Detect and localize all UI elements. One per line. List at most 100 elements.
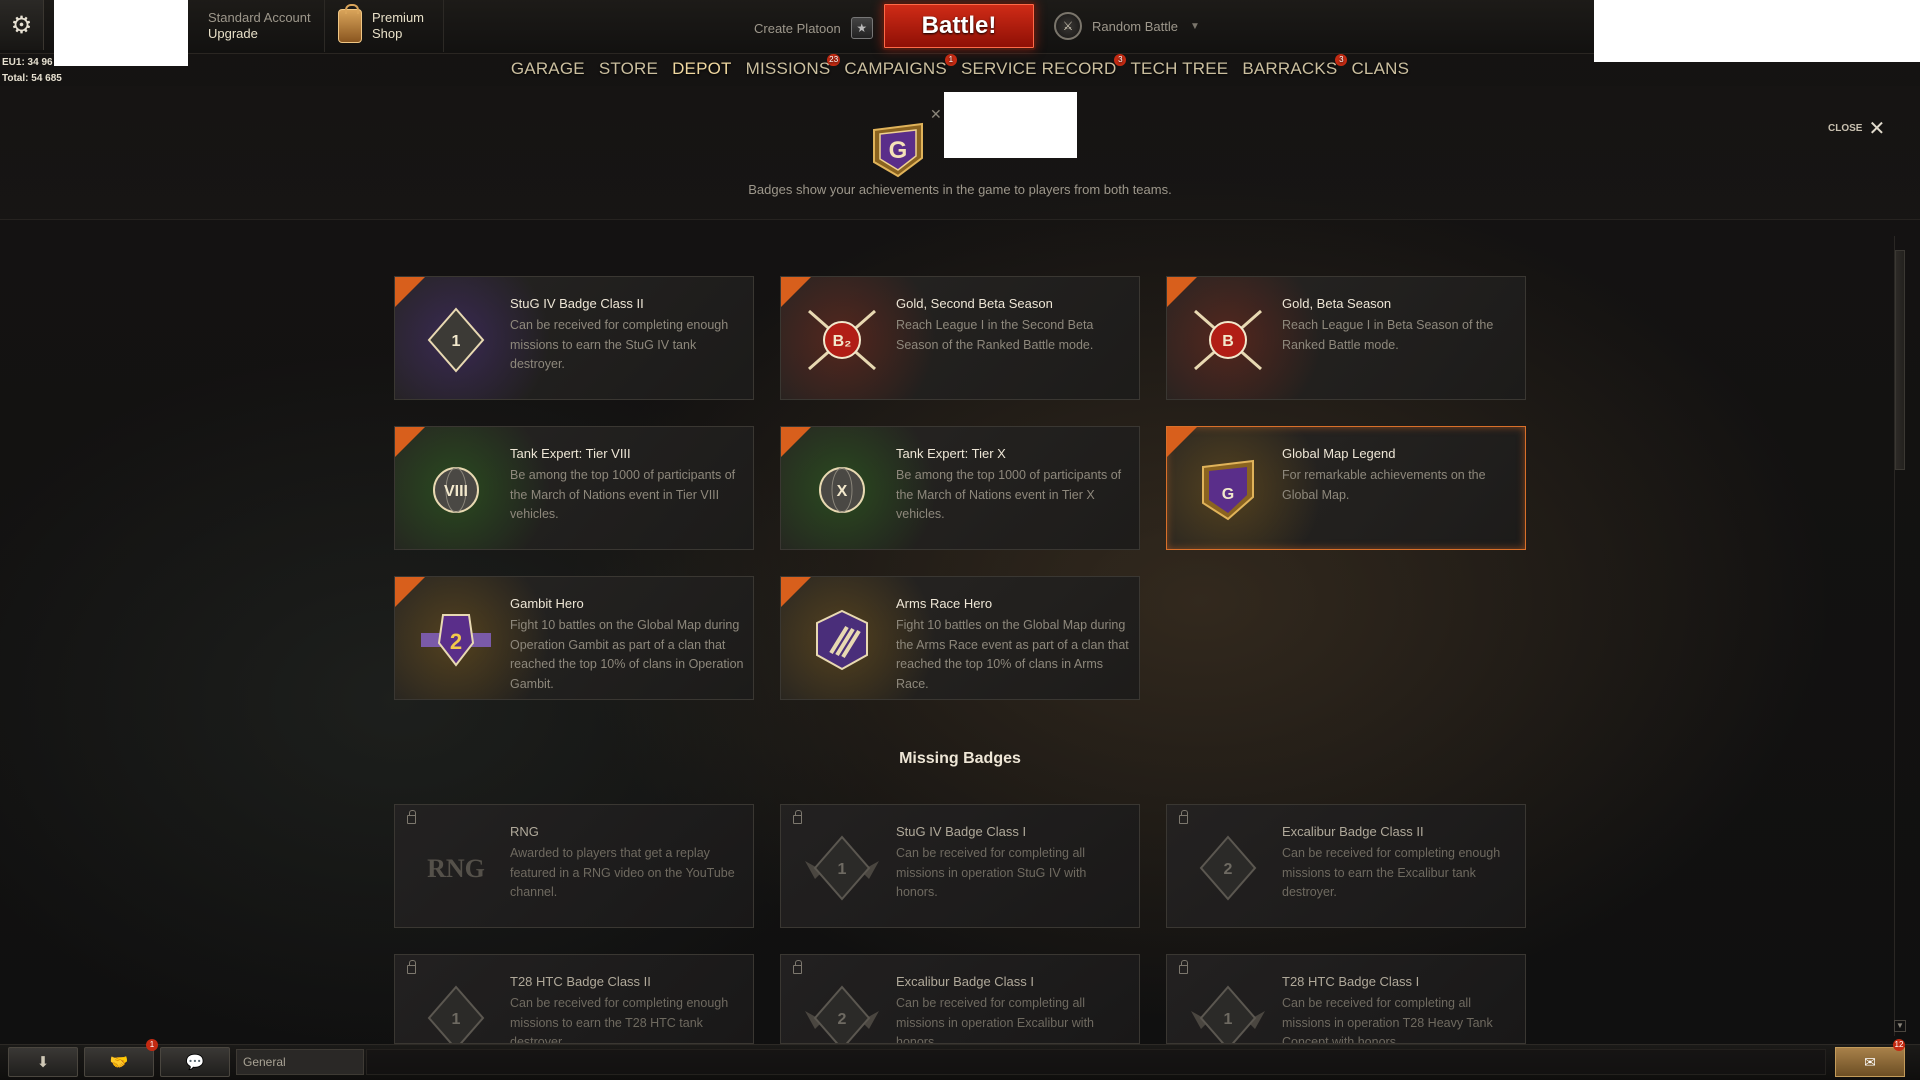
notifications-icon[interactable]: ✉ xyxy=(1835,1047,1905,1077)
badge-description: Can be received for completing enough mi… xyxy=(1282,846,1501,899)
redacted-area-header xyxy=(944,92,1077,158)
nav-barracks-label: BARRACKS xyxy=(1242,59,1338,78)
badge-title: RNG xyxy=(510,824,539,839)
ranked-b2-icon: B₂ xyxy=(801,299,883,381)
missing-badge-card[interactable]: RNG RNG Awarded to players that get a repl… xyxy=(394,804,754,928)
upgrade-link[interactable]: Upgrade xyxy=(208,26,324,42)
svg-text:G: G xyxy=(1222,486,1234,503)
badge-title: Arms Race Hero xyxy=(896,596,993,611)
svg-text:B: B xyxy=(1222,333,1234,350)
nav-clans[interactable]: CLANS xyxy=(1344,56,1416,86)
earned-badge-card[interactable]: 1 StuG IV Badge Class II Can be received f… xyxy=(394,276,754,400)
svg-text:1: 1 xyxy=(1224,1011,1233,1028)
svg-text:VIII: VIII xyxy=(444,483,468,500)
settings-gear-icon[interactable]: ⚙ xyxy=(0,0,44,50)
badge-description: Awarded to players that get a replay fea… xyxy=(510,846,735,899)
rng-icon: RNG xyxy=(415,827,497,909)
globe-viii-icon: VIII xyxy=(415,449,497,531)
friends-handshake-icon[interactable]: 🤝 xyxy=(84,1047,154,1077)
missing-badge-card[interactable]: 1 StuG IV Badge Class I Can be received fo… xyxy=(780,804,1140,928)
badge-title: Excalibur Badge Class II xyxy=(1282,824,1424,839)
gambit-2-icon: 2 xyxy=(415,599,497,681)
redacted-area-right xyxy=(1594,0,1920,62)
top-bar: ⚙ Standard Account Upgrade Premium Shop … xyxy=(0,0,1920,66)
svg-text:2: 2 xyxy=(838,1011,847,1028)
nav-service-record[interactable]: SERVICE RECORD 3 xyxy=(954,54,1127,86)
badge-title: T28 HTC Badge Class II xyxy=(510,974,651,989)
svg-text:RNG: RNG xyxy=(427,854,485,883)
missing-badge-card[interactable]: 2 Excalibur Badge Class I Can be received … xyxy=(780,954,1140,1044)
download-icon[interactable]: ⬇ xyxy=(8,1047,78,1077)
nav-missions-label: MISSIONS xyxy=(745,59,831,78)
chat-channel-input[interactable]: General xyxy=(236,1049,364,1075)
scrollbar-thumb[interactable] xyxy=(1895,250,1905,470)
earned-badge-card[interactable]: 2 Gambit Hero Fight 10 battles on the Glob… xyxy=(394,576,754,700)
scrollbar[interactable] xyxy=(1894,236,1905,1036)
remove-badge-icon[interactable]: ✕ xyxy=(930,106,942,123)
create-platoon-button[interactable]: Create Platoon ★ xyxy=(754,17,873,39)
lock-icon xyxy=(793,810,802,824)
earned-badge-card[interactable]: Arms Race Hero Fight 10 battles on the Gl… xyxy=(780,576,1140,700)
lock-icon xyxy=(1179,960,1188,974)
lock-icon xyxy=(407,810,416,824)
svg-text:X: X xyxy=(837,483,848,500)
badge-title: T28 HTC Badge Class I xyxy=(1282,974,1420,989)
missing-badge-card[interactable]: 1 T28 HTC Badge Class I Can be received fo… xyxy=(1166,954,1526,1044)
missing-badges-heading: Missing Badges xyxy=(899,750,1021,767)
diamond-2-wings-icon: 2 xyxy=(801,977,883,1043)
earned-badge-card[interactable]: B₂ Gold, Second Beta Season Reach League I… xyxy=(780,276,1140,400)
earned-badge-card[interactable]: X Tank Expert: Tier X Be among the top 100… xyxy=(780,426,1140,550)
badge-title: Tank Expert: Tier X xyxy=(896,446,1006,461)
svg-text:2: 2 xyxy=(450,629,462,654)
nav-tech-tree[interactable]: TECH TREE xyxy=(1123,56,1235,86)
badge-description: Can be received for completing all missi… xyxy=(896,996,1095,1044)
diamond-1-icon: 1 xyxy=(415,299,497,381)
nav-barracks[interactable]: BARRACKS 3 xyxy=(1235,54,1348,86)
badges-description: Badges show your achievements in the gam… xyxy=(748,182,1172,197)
nav-store[interactable]: STORE xyxy=(592,56,665,86)
badge-title: Tank Expert: Tier VIII xyxy=(510,446,631,461)
badge-title: StuG IV Badge Class I xyxy=(896,824,1027,839)
earned-badge-card[interactable]: VIII Tank Expert: Tier VIII Be among the t… xyxy=(394,426,754,550)
scroll-down-icon[interactable]: ▼ xyxy=(1894,1020,1906,1032)
lock-icon xyxy=(1179,810,1188,824)
notifications-count-badge: 12 xyxy=(1893,1039,1905,1051)
badge-description: For remarkable achievements on the Globa… xyxy=(1282,468,1486,502)
global-map-shield-icon: G xyxy=(1187,449,1269,531)
battle-mode-label: Random Battle xyxy=(1092,18,1178,34)
earned-badge-card[interactable]: G Global Map Legend For remarkable achieve… xyxy=(1166,426,1526,550)
missing-badge-card[interactable]: 1 T28 HTC Badge Class II Can be received f… xyxy=(394,954,754,1044)
globe-x-icon: X xyxy=(801,449,883,531)
badge-title: Gold, Second Beta Season xyxy=(896,296,1053,311)
badge-title: Global Map Legend xyxy=(1282,446,1396,461)
chat-message-bar[interactable] xyxy=(366,1049,1826,1075)
selected-badge-shield-icon: G xyxy=(873,122,923,178)
account-status[interactable]: Standard Account Upgrade xyxy=(190,0,325,52)
nav-missions[interactable]: MISSIONS 23 xyxy=(739,54,841,86)
missing-badge-card[interactable]: 2 Excalibur Badge Class II Can be received… xyxy=(1166,804,1526,928)
battle-mode-dropdown[interactable]: ⚔ Random Battle ▼ xyxy=(1054,12,1200,40)
nav-campaigns[interactable]: CAMPAIGNS 1 xyxy=(837,54,957,86)
ranked-b-icon: B xyxy=(1187,299,1269,381)
nav-garage[interactable]: GARAGE xyxy=(504,56,592,86)
diamond-1-wings-icon: 1 xyxy=(801,827,883,909)
badge-description: Can be received for completing enough mi… xyxy=(510,318,729,371)
account-type: Standard Account xyxy=(208,10,311,25)
badges-header: G ✕ Badges show your achievements in the… xyxy=(0,86,1920,220)
chat-icon[interactable]: 💬 xyxy=(160,1047,230,1077)
premium-shop-button[interactable]: Premium Shop xyxy=(326,0,444,52)
battle-button[interactable]: Battle! xyxy=(882,2,1036,50)
nav-campaigns-label: CAMPAIGNS xyxy=(844,59,947,78)
diamond-2-icon: 2 xyxy=(1187,827,1269,909)
nav-depot[interactable]: DEPOT xyxy=(665,56,739,86)
earned-badge-card[interactable]: B Gold, Beta Season Reach League I in Beta… xyxy=(1166,276,1526,400)
badge-description: Fight 10 battles on the Global Map durin… xyxy=(510,618,744,691)
badge-description: Fight 10 battles on the Global Map durin… xyxy=(896,618,1129,691)
close-icon: ✕ xyxy=(1868,118,1886,140)
close-button[interactable]: CLOSE ✕ xyxy=(1828,116,1885,141)
badge-description: Reach League I in the Second Beta Season… xyxy=(896,318,1094,352)
badge-description: Can be received for completing all missi… xyxy=(1282,996,1493,1044)
shop-label: Shop xyxy=(372,26,403,41)
lock-icon xyxy=(793,960,802,974)
lock-icon xyxy=(407,960,416,974)
